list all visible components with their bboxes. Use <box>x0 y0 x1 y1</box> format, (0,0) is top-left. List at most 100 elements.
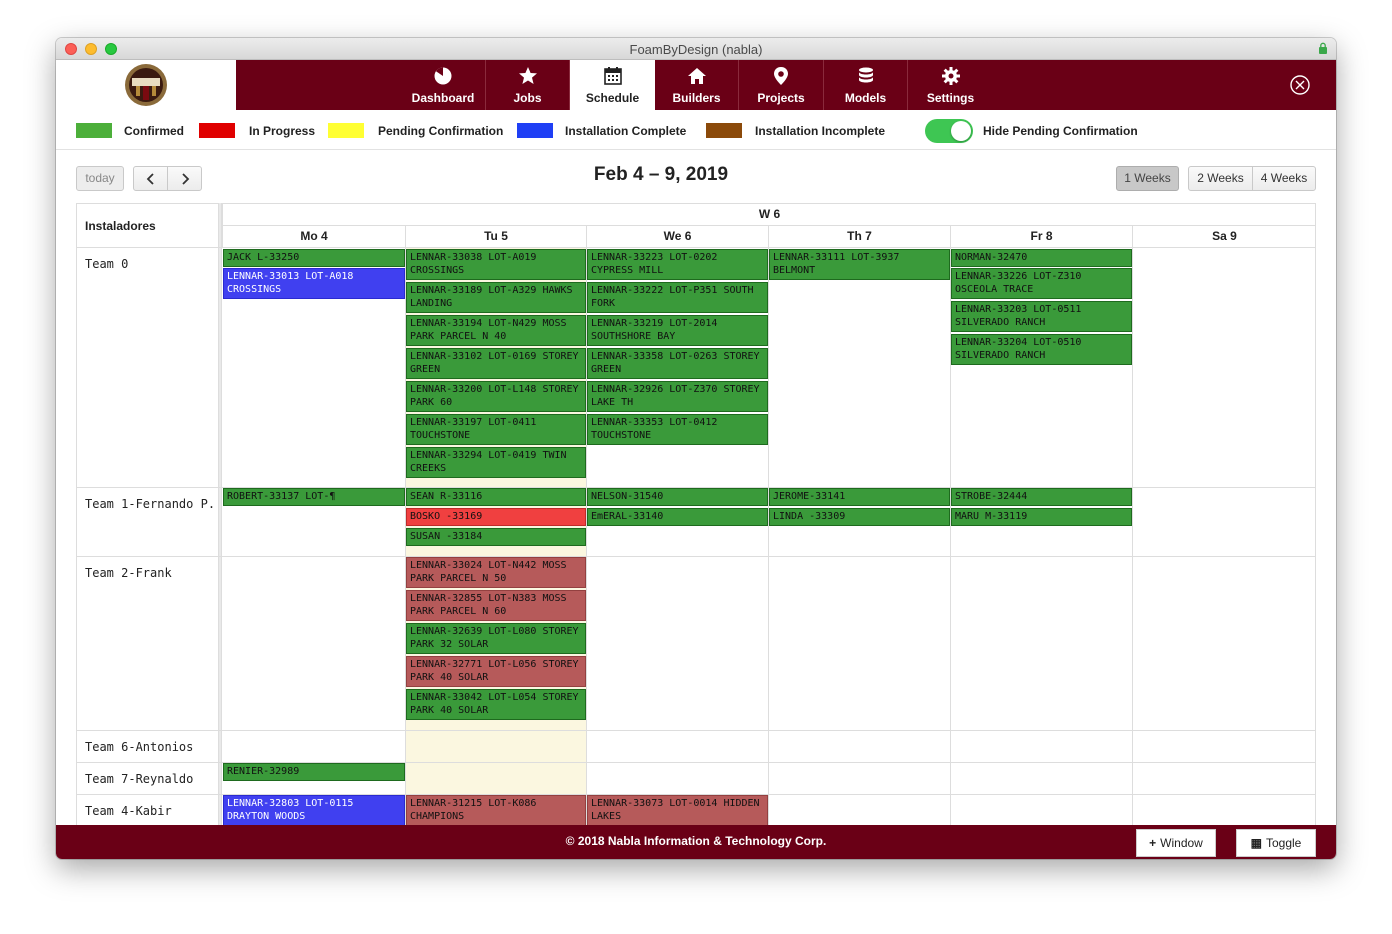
view-4-weeks-button[interactable]: 4 Weeks <box>1252 166 1316 191</box>
main-navbar: Dashboard Jobs Schedule Builders Project… <box>56 60 1336 110</box>
event-t2-tu-5[interactable]: LENNAR-33042 LOT-L054 STOREY PARK 40 SOL… <box>406 689 586 720</box>
event-t0-tu-1[interactable]: LENNAR-33038 LOT-A019 CROSSINGS <box>406 249 586 280</box>
toggle-button-label: Toggle <box>1265 836 1302 850</box>
event-t0-fr-3[interactable]: LENNAR-33203 LOT-0511 SILVERADO RANCH <box>951 301 1132 332</box>
event-t0-fr-4[interactable]: LENNAR-33204 LOT-0510 SILVERADO RANCH <box>951 334 1132 365</box>
resource-divider[interactable] <box>218 203 222 825</box>
nav-settings[interactable]: Settings <box>908 60 993 110</box>
nav-settings-label: Settings <box>926 91 975 105</box>
map-pin-icon <box>774 67 788 85</box>
event-t4-tu-1[interactable]: LENNAR-31215 LOT-K086 CHAMPIONS <box>406 795 586 825</box>
status-legend: Confirmed In Progress Pending Confirmati… <box>56 110 1336 150</box>
nav-dashboard[interactable]: Dashboard <box>401 60 486 110</box>
week-header: W 6 <box>222 203 1315 225</box>
event-t0-we-4[interactable]: LENNAR-33358 LOT-0263 STOREY GREEN <box>587 348 768 379</box>
event-t1-th-2[interactable]: LINDA -33309 <box>769 508 950 526</box>
col-divider <box>768 247 769 825</box>
event-t0-tu-7[interactable]: LENNAR-33294 LOT-0419 TWIN CREEKS <box>406 447 586 478</box>
event-t1-tu-3[interactable]: SUSAN -33184 <box>406 528 586 546</box>
date-range-title: Feb 4 – 9, 2019 <box>593 164 729 185</box>
pie-chart-icon <box>434 67 452 85</box>
team-label-t7: Team 7-Reynaldo <box>85 772 194 786</box>
team-label-t0: Team 0 <box>85 257 129 271</box>
row-divider <box>77 247 1315 248</box>
in-progress-swatch <box>199 123 235 138</box>
event-t1-fr-1[interactable]: STROBE-32444 <box>951 488 1132 506</box>
gear-icon <box>941 67 960 85</box>
nav-jobs[interactable]: Jobs <box>486 60 570 110</box>
nav-schedule[interactable]: Schedule <box>570 60 655 110</box>
prev-week-button[interactable] <box>133 166 168 191</box>
nav-builders[interactable]: Builders <box>655 60 739 110</box>
nav-projects[interactable]: Projects <box>739 60 824 110</box>
window-title: FoamByDesign (nabla) <box>629 42 763 57</box>
event-t4-mo-1[interactable]: LENNAR-32803 LOT-0115 DRAYTON WOODS <box>223 795 405 825</box>
nav-builders-label: Builders <box>672 91 721 105</box>
event-t1-fr-2[interactable]: MARU M-33119 <box>951 508 1132 526</box>
event-t0-mo-2[interactable]: LENNAR-33013 LOT-A018 CROSSINGS <box>223 268 405 299</box>
toggle-button[interactable]: ▦ Toggle <box>1236 829 1316 857</box>
event-t1-tu-2[interactable]: BOSKO -33169 <box>406 508 586 526</box>
in-progress-label: In Progress <box>249 124 316 138</box>
event-t1-tu-1[interactable]: SEAN R-33116 <box>406 488 586 506</box>
team-label-t6: Team 6-Antonios <box>85 740 194 754</box>
day-header-fr: Fr 8 <box>950 225 1132 247</box>
event-t2-tu-3[interactable]: LENNAR-32639 LOT-L080 STOREY PARK 32 SOL… <box>406 623 586 654</box>
incomplete-label: Installation Incomplete <box>755 124 886 138</box>
event-t0-we-6[interactable]: LENNAR-33353 LOT-0412 TOUCHSTONE <box>587 414 768 445</box>
event-t1-th-1[interactable]: JEROME-33141 <box>769 488 950 506</box>
event-t4-we-1[interactable]: LENNAR-33073 LOT-0014 HIDDEN LAKES <box>587 795 768 825</box>
company-logo[interactable] <box>122 62 170 108</box>
event-t2-tu-2[interactable]: LENNAR-32855 LOT-N383 MOSS PARK PARCEL N… <box>406 590 586 621</box>
event-t0-we-3[interactable]: LENNAR-33219 LOT-2014 SOUTHSHORE BAY <box>587 315 768 346</box>
event-t1-we-2[interactable]: EmERAL-33140 <box>587 508 768 526</box>
event-t0-we-1[interactable]: LENNAR-33223 LOT-0202 CYPRESS MILL <box>587 249 768 280</box>
complete-label: Installation Complete <box>565 124 687 138</box>
row-divider <box>77 556 1315 557</box>
event-t0-we-5[interactable]: LENNAR-32926 LOT-Z370 STOREY LAKE TH <box>587 381 768 412</box>
logo-area <box>56 60 236 110</box>
event-t0-mo-1[interactable]: JACK L-33250 <box>223 249 405 267</box>
event-t1-we-1[interactable]: NELSON-31540 <box>587 488 768 506</box>
row-divider <box>77 730 1315 731</box>
event-t0-tu-5[interactable]: LENNAR-33200 LOT-L148 STOREY PARK 60 <box>406 381 586 412</box>
nav-models[interactable]: Models <box>824 60 908 110</box>
close-circle-icon[interactable] <box>1290 75 1310 95</box>
event-t0-tu-2[interactable]: LENNAR-33189 LOT-A329 HAWKS LANDING <box>406 282 586 313</box>
chevron-left-icon <box>146 173 154 185</box>
event-t0-we-2[interactable]: LENNAR-33222 LOT-P351 SOUTH FORK <box>587 282 768 313</box>
confirmed-swatch <box>76 123 112 138</box>
window-button[interactable]: + Window <box>1136 829 1216 857</box>
event-t0-tu-6[interactable]: LENNAR-33197 LOT-0411 TOUCHSTONE <box>406 414 586 445</box>
nav-schedule-label: Schedule <box>585 91 640 105</box>
event-t0-tu-3[interactable]: LENNAR-33194 LOT-N429 MOSS PARK PARCEL N… <box>406 315 586 346</box>
event-t7-mo-1[interactable]: RENIER-32989 <box>223 763 405 781</box>
event-t2-tu-1[interactable]: LENNAR-33024 LOT-N442 MOSS PARK PARCEL N… <box>406 557 586 588</box>
pending-swatch <box>328 123 364 138</box>
hide-pending-toggle[interactable] <box>925 119 973 143</box>
day-header-sa: Sa 9 <box>1132 225 1315 247</box>
view-1-weeks-button[interactable]: 1 Weeks <box>1116 166 1179 191</box>
title-bar: FoamByDesign (nabla) <box>56 38 1336 60</box>
event-t2-tu-4[interactable]: LENNAR-32771 LOT-L056 STOREY PARK 40 SOL… <box>406 656 586 687</box>
event-t0-fr-1[interactable]: NORMAN-32470 <box>951 249 1132 267</box>
toggle-knob <box>951 121 971 141</box>
event-t0-tu-4[interactable]: LENNAR-33102 LOT-0169 STOREY GREEN <box>406 348 586 379</box>
today-button[interactable]: today <box>76 166 124 191</box>
resource-header: Instaladores <box>77 203 218 247</box>
day-header-mo: Mo 4 <box>222 225 405 247</box>
col-divider <box>1132 247 1133 825</box>
team-label-t1: Team 1-Fernando P. <box>85 497 216 511</box>
nav-dashboard-label: Dashboard <box>411 91 475 105</box>
plus-icon: + <box>1149 836 1157 850</box>
schedule-grid: Instaladores W 6 Mo 4 Tu 5 We 6 Th 7 Fr … <box>76 203 1316 825</box>
nav-projects-label: Projects <box>757 91 805 105</box>
complete-swatch <box>517 123 553 138</box>
event-t0-th-1[interactable]: LENNAR-33111 LOT-3937 BELMONT <box>769 249 950 280</box>
nav-models-label: Models <box>844 91 887 105</box>
home-icon <box>687 68 706 84</box>
event-t1-mo-1[interactable]: ROBERT-33137 LOT-¶ <box>223 488 405 506</box>
next-week-button[interactable] <box>167 166 202 191</box>
view-2-weeks-button[interactable]: 2 Weeks <box>1188 166 1253 191</box>
event-t0-fr-2[interactable]: LENNAR-33226 LOT-Z310 OSCEOLA TRACE <box>951 268 1132 299</box>
